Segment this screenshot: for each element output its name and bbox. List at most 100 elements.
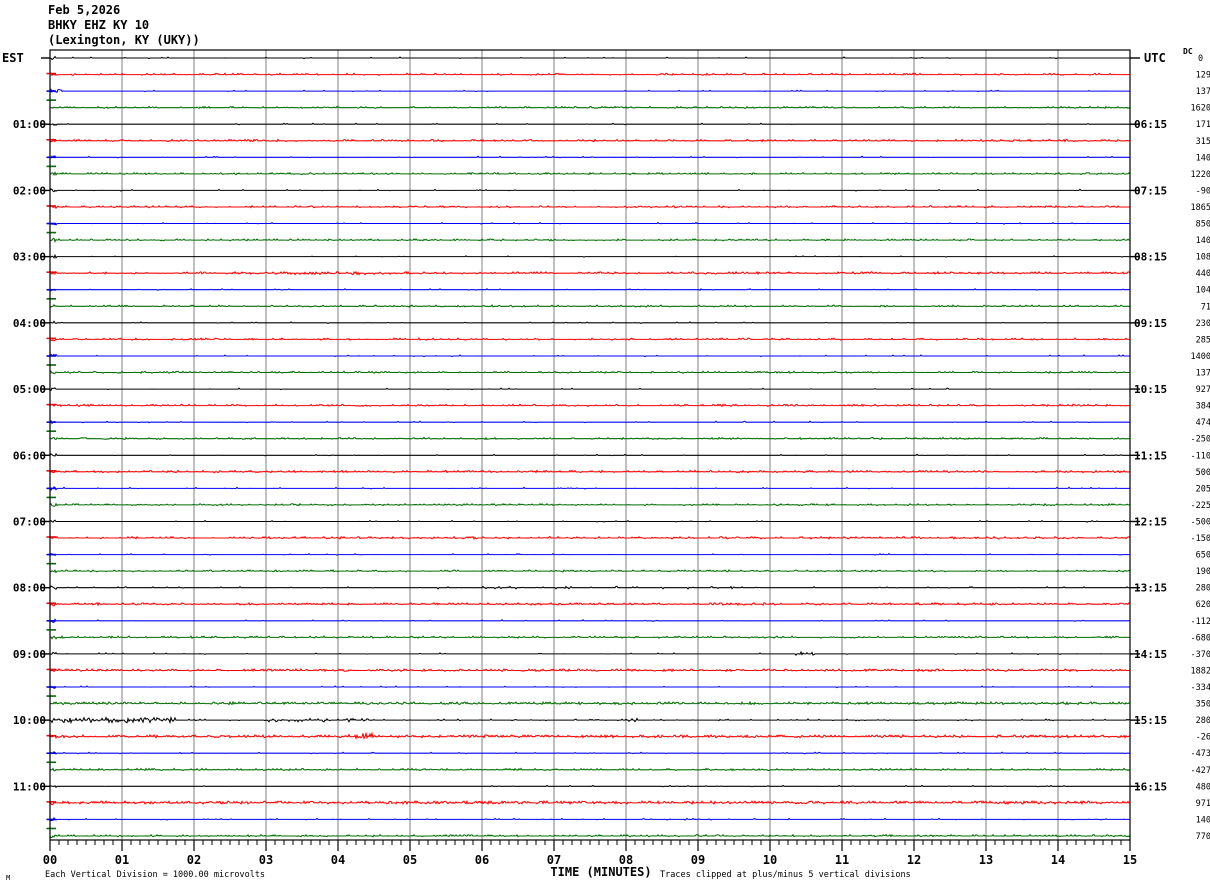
plot-frame: [49, 49, 1131, 841]
dc-value: 171: [1196, 120, 1210, 130]
seismo-trace: [49, 138, 1130, 143]
est-time-label: 11:00: [13, 780, 46, 793]
seismo-trace: [49, 253, 1130, 259]
seismo-trace: [49, 122, 1130, 126]
dc-value: 190: [1196, 567, 1210, 577]
seismo-trace: [49, 419, 1130, 425]
dc-value: 140: [1196, 153, 1210, 163]
x-tick-label: 14: [1051, 853, 1065, 867]
dc-value: 129: [1196, 71, 1210, 81]
dc-first-value: 0: [1198, 54, 1203, 64]
scale-note: Each Vertical Division = 1000.00 microvo…: [45, 870, 265, 880]
seismo-trace: [49, 618, 1130, 623]
est-time-label: 05:00: [13, 383, 46, 396]
seismo-trace: [49, 370, 1130, 375]
x-axis-ruler: 00 01 02 03 04 05 06 07 08 09 10 11 12 13 14 15: [43, 840, 1137, 867]
dc-value: 620: [1196, 600, 1210, 610]
x-tick-label: 09: [691, 853, 705, 867]
dc-value: 850: [1196, 220, 1210, 230]
seismo-trace: [49, 715, 1131, 725]
left-timezone-header: EST: [2, 51, 24, 65]
seismo-trace: [49, 387, 1130, 392]
est-time-label: 01:00: [13, 118, 46, 131]
seismo-trace: [50, 105, 1131, 110]
x-tick-label: 13: [979, 853, 993, 867]
dc-value: 230: [1196, 319, 1210, 329]
dc-value: -427: [1191, 766, 1210, 776]
est-time-label: 03:00: [13, 251, 46, 264]
seismo-trace: [49, 270, 1131, 276]
dc-value: 350: [1196, 700, 1210, 710]
dc-value: -225: [1191, 501, 1210, 511]
seismo-trace: [50, 469, 1130, 474]
seismo-trace: [50, 436, 1130, 441]
seismo-trace: [49, 486, 1130, 491]
seismo-trace: [49, 88, 1130, 94]
est-time-label: 09:00: [13, 648, 46, 661]
seismo-trace: [49, 72, 1130, 77]
utc-time-label: 11:15: [1134, 449, 1167, 462]
dc-value: 137: [1196, 369, 1210, 379]
utc-time-label: 13:15: [1134, 582, 1167, 595]
dc-value: 927: [1196, 385, 1210, 395]
seismo-trace: [49, 353, 1130, 358]
seismo-trace: [49, 650, 1130, 657]
dc-value: -370: [1191, 650, 1210, 660]
x-tick-label: 04: [331, 853, 345, 867]
dc-value: 480: [1196, 782, 1210, 792]
dc-value: 440: [1196, 269, 1210, 279]
seismo-trace: [49, 403, 1131, 408]
dc-value: 315: [1196, 137, 1210, 147]
dc-value: -112: [1191, 617, 1210, 627]
title-location: (Lexington, KY (UKY)): [48, 33, 200, 47]
seismo-trace: [49, 552, 1130, 557]
seismo-trace: [49, 204, 1130, 210]
seismo-trace: [49, 751, 1131, 755]
dc-value: 1882: [1191, 666, 1210, 676]
x-tick-label: 01: [115, 853, 129, 867]
x-tick-label: 06: [475, 853, 489, 867]
dc-value: 384: [1196, 402, 1210, 412]
seismo-trace: [49, 535, 1131, 541]
dc-value: 1865: [1191, 203, 1210, 213]
dc-value: 280: [1196, 584, 1210, 594]
right-timezone-header: UTC: [1144, 51, 1166, 65]
title-block: Feb 5,2026 BHKY EHZ KY 10 (Lexington, KY…: [48, 3, 200, 47]
est-time-label: 02:00: [13, 184, 46, 197]
seismo-trace: [50, 767, 1130, 772]
x-tick-label: 00: [43, 853, 57, 867]
dc-value: -250: [1191, 435, 1210, 445]
seismo-trace: [50, 171, 1131, 177]
seismo-trace: [49, 799, 1131, 806]
footer-block: M Each Vertical Division = 1000.00 micro…: [6, 865, 911, 882]
title-station: BHKY EHZ KY 10: [48, 18, 149, 32]
dc-value: -90: [1196, 186, 1210, 196]
x-tick-label: 10: [763, 853, 777, 867]
seismo-trace: [49, 585, 1130, 590]
seismo-trace: [49, 519, 1130, 523]
x-tick-label: 05: [403, 853, 417, 867]
seismo-trace: [49, 635, 1130, 640]
seismo-trace: [49, 685, 1130, 689]
dc-value: 205: [1196, 484, 1210, 494]
dc-value: -150: [1191, 534, 1210, 544]
plot-border: [49, 49, 1131, 841]
est-time-label: 04:00: [13, 317, 46, 330]
seismo-trace: [49, 601, 1131, 607]
dc-value: 500: [1196, 468, 1210, 478]
clip-note: Traces clipped at plus/minus 5 vertical …: [660, 870, 911, 880]
seismo-trace: [49, 452, 1130, 457]
x-tick-label: 15: [1123, 853, 1137, 867]
dc-value: 1400: [1191, 352, 1210, 362]
x-tick-label: 12: [907, 853, 921, 867]
dc-value: -334: [1191, 683, 1210, 693]
est-time-label: 10:00: [13, 714, 46, 727]
seismo-trace: [49, 237, 1130, 243]
utc-time-label: 09:15: [1134, 317, 1167, 330]
utc-time-label: 12:15: [1134, 515, 1167, 528]
utc-time-label: 07:15: [1134, 184, 1167, 197]
dc-value: 280: [1196, 716, 1210, 726]
dc-value: 971: [1196, 799, 1210, 809]
seismo-trace: [49, 155, 1130, 159]
seismo-trace: [49, 303, 1130, 308]
